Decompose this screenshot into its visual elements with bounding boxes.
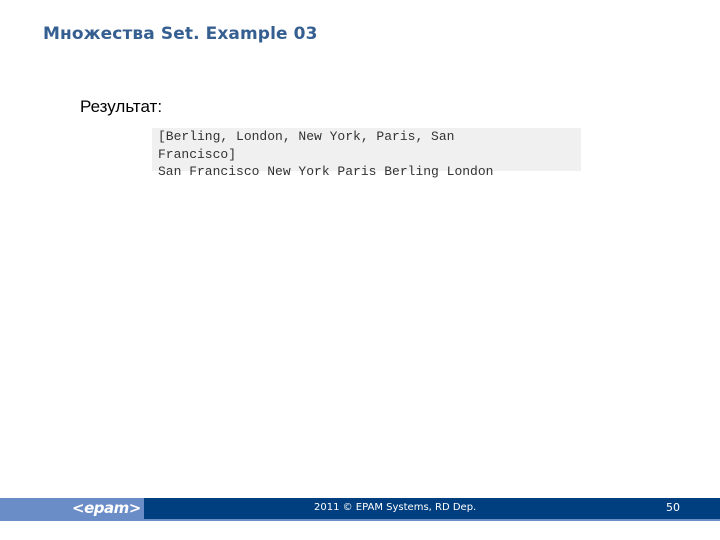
page-number: 50 <box>666 501 680 514</box>
footer-info-section: 2011 © EPAM Systems, RD Dep. 50 <box>144 498 720 519</box>
slide-title: Множества Set. Example 03 <box>43 24 318 44</box>
result-label: Результат: <box>80 97 163 116</box>
copyright-text: 2011 © EPAM Systems, RD Dep. <box>314 502 477 513</box>
code-output-text: [Berling, London, New York, Paris, San F… <box>158 129 494 179</box>
code-output-box: [Berling, London, New York, Paris, San F… <box>152 128 581 179</box>
footer-divider <box>0 519 720 521</box>
epam-logo: <epam> <box>72 499 141 517</box>
footer-bar: <epam> 2011 © EPAM Systems, RD Dep. 50 <box>0 498 720 521</box>
footer-logo-section: <epam> <box>0 498 144 519</box>
